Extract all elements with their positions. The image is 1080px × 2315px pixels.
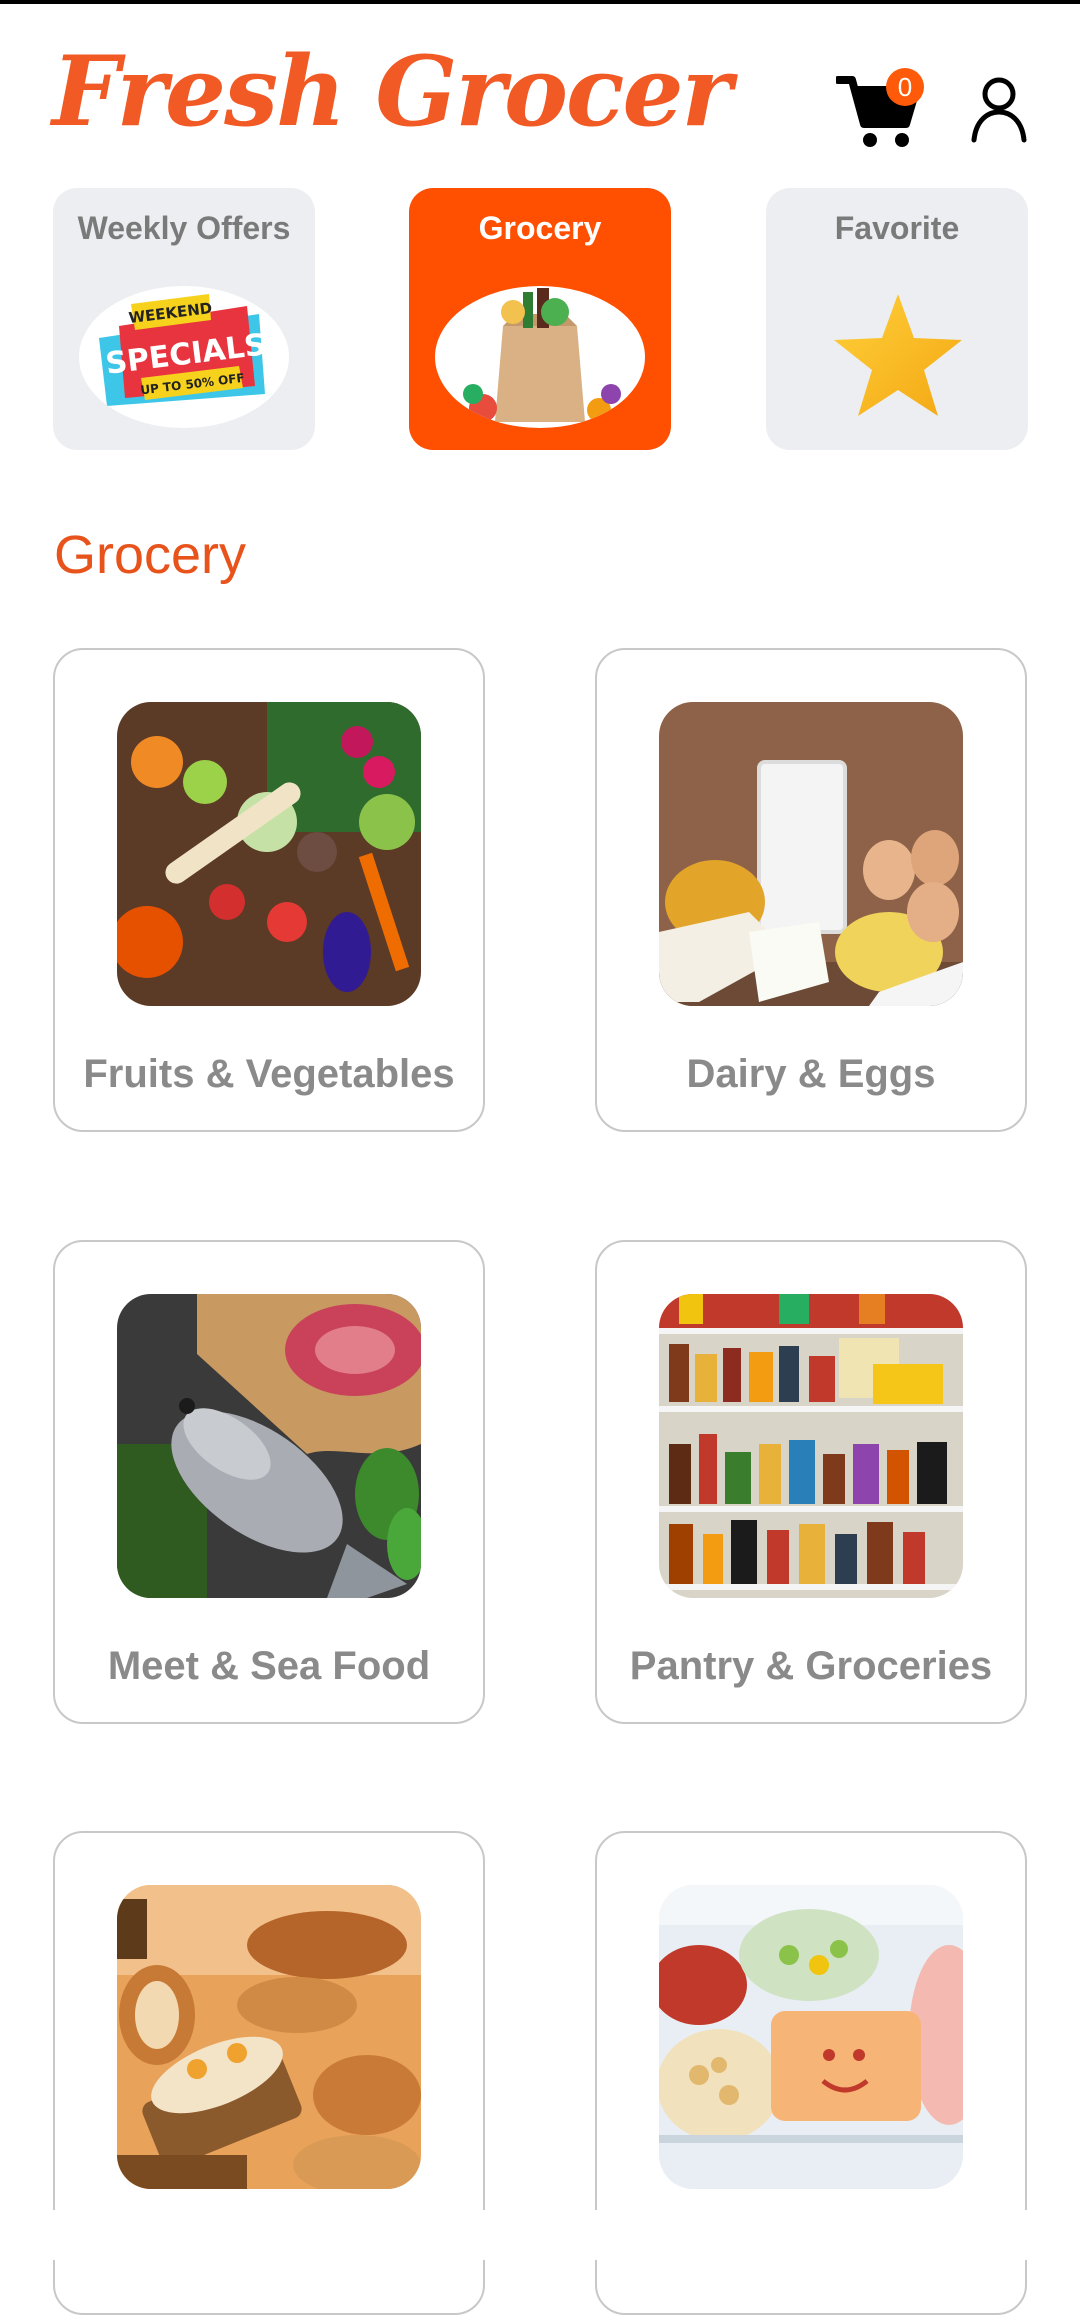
bottom-edge [0,2210,1080,2260]
tab-favorite[interactable]: Favorite [766,188,1028,450]
category-card-meat-seafood[interactable]: Meet & Sea Food [53,1240,485,1724]
tab-label: Favorite [834,210,960,246]
grocery-bag-image [435,286,645,428]
meat-seafood-image [117,1294,421,1598]
dairy-eggs-image [659,702,963,1006]
category-label: Meet & Sea Food [107,1644,431,1688]
bakery-image [117,1885,421,2189]
fruits-vegetables-image [117,702,421,1006]
profile-button[interactable] [968,74,1030,144]
category-card-pantry-groceries[interactable]: Pantry & Groceries [595,1240,1027,1724]
section-title: Grocery [54,525,247,585]
status-bar-line [0,0,1080,4]
pantry-groceries-image [659,1294,963,1598]
category-label: Fruits & Vegetables [83,1052,455,1096]
star-icon [834,294,962,416]
category-card-dairy-eggs[interactable]: Dairy & Eggs [595,648,1027,1132]
tab-weekly-offers[interactable]: Weekly Offers WEEKEND SPECIALS UP TO 50%… [53,188,315,450]
frozen-food-image [659,1885,963,2189]
weekend-specials-image: WEEKEND SPECIALS UP TO 50% OFF [79,286,289,428]
app-logo: Fresh Grocer [52,35,732,148]
category-label: Pantry & Groceries [629,1644,993,1688]
tab-label: Weekly Offers [77,210,291,246]
tab-grocery[interactable]: Grocery [409,188,671,450]
cart-count-badge: 0 [886,68,924,106]
category-label: Dairy & Eggs [686,1052,936,1096]
category-card-fruits-vegetables[interactable]: Fruits & Vegetables [53,648,485,1132]
tab-label: Grocery [478,210,602,246]
user-icon [971,77,1027,143]
cart-button[interactable]: 0 [834,66,924,150]
